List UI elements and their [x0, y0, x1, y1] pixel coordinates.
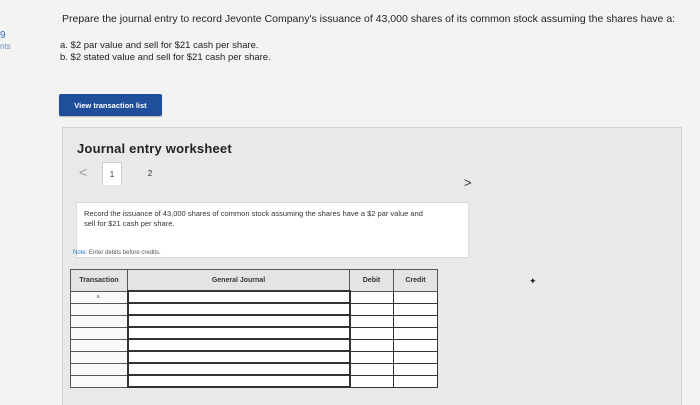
view-transaction-list-button[interactable]: View transaction list	[59, 94, 162, 116]
column-header-debit: Debit	[349, 269, 394, 292]
table-row	[70, 314, 438, 328]
score-value: 9	[0, 30, 6, 41]
debit-input[interactable]	[349, 302, 394, 316]
transaction-cell	[70, 326, 128, 340]
score-margin: 9 nts	[0, 30, 22, 52]
account-select[interactable]	[126, 326, 351, 340]
note-label: Note:	[73, 250, 88, 256]
credit-input[interactable]	[393, 314, 438, 328]
question-prompt: Prepare the journal entry to record Jevo…	[62, 13, 676, 25]
table-row	[70, 350, 438, 364]
part-b: b. $2 stated value and sell for $21 cash…	[60, 52, 271, 63]
table-row	[70, 338, 438, 352]
credit-input[interactable]	[393, 326, 438, 340]
debit-input[interactable]	[349, 350, 394, 364]
account-select[interactable]	[126, 290, 351, 304]
table-row	[70, 326, 438, 340]
account-select[interactable]	[126, 302, 351, 316]
credit-input[interactable]	[393, 302, 438, 316]
page-tab-2[interactable]: 2	[141, 162, 159, 184]
chevron-left-icon[interactable]: <	[79, 164, 87, 180]
table-header-row: Transaction General Journal Debit Credit	[70, 269, 438, 292]
instruction-text: Record the issuance of 43,000 shares of …	[84, 209, 423, 228]
credit-input[interactable]	[393, 374, 438, 388]
transaction-cell: a.	[70, 290, 128, 304]
debit-input[interactable]	[349, 374, 394, 388]
debit-input[interactable]	[349, 290, 394, 304]
account-select[interactable]	[126, 362, 351, 376]
table-row	[70, 374, 438, 388]
table-row	[70, 362, 438, 376]
table-row: a.	[70, 290, 438, 304]
part-a: a. $2 par value and sell for $21 cash pe…	[60, 40, 259, 51]
column-header-general-journal: General Journal	[127, 269, 350, 292]
transaction-cell	[70, 314, 128, 328]
transaction-cell	[70, 362, 128, 376]
credit-input[interactable]	[393, 290, 438, 304]
journal-table: Transaction General Journal Debit Credit…	[70, 269, 438, 388]
transaction-cell	[70, 374, 128, 388]
debit-input[interactable]	[349, 338, 394, 352]
page-tab-1[interactable]: 1	[102, 162, 122, 185]
account-select[interactable]	[126, 314, 351, 328]
credit-input[interactable]	[393, 362, 438, 376]
credit-input[interactable]	[393, 338, 438, 352]
transaction-cell	[70, 350, 128, 364]
debit-input[interactable]	[349, 314, 394, 328]
worksheet-title: Journal entry worksheet	[77, 141, 232, 156]
chevron-right-icon[interactable]: >	[464, 175, 472, 190]
note: Note: Enter debits before credits.	[73, 250, 161, 256]
debit-input[interactable]	[349, 362, 394, 376]
journal-entry-worksheet: Journal entry worksheet < 1 2 > Record t…	[62, 127, 682, 405]
credit-input[interactable]	[393, 350, 438, 364]
account-select[interactable]	[126, 374, 351, 388]
debit-input[interactable]	[349, 326, 394, 340]
account-select[interactable]	[126, 350, 351, 364]
column-header-credit: Credit	[393, 269, 438, 292]
mouse-cursor-icon: ✦	[529, 276, 537, 286]
column-header-transaction: Transaction	[70, 269, 128, 292]
transaction-cell	[70, 302, 128, 316]
question-parts: a. $2 par value and sell for $21 cash pe…	[60, 40, 271, 64]
table-row	[70, 302, 438, 316]
score-label: nts	[0, 42, 11, 51]
note-text: Enter debits before credits.	[87, 250, 161, 256]
account-select[interactable]	[126, 338, 351, 352]
transaction-cell	[70, 338, 128, 352]
